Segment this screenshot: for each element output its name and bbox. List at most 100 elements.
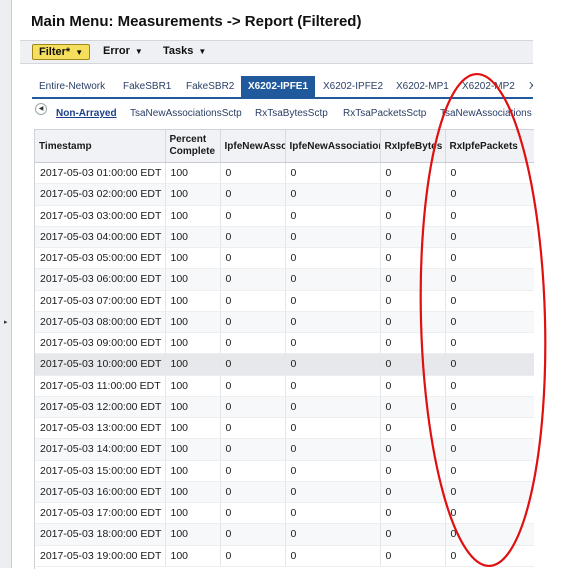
table-cell: 0	[285, 332, 381, 355]
column-header-rx-ipfe-bytes[interactable]: RxIpfeBytes	[380, 130, 446, 163]
column-header-timestamp[interactable]: Timestamp	[35, 130, 166, 163]
table-cell: 0	[285, 523, 381, 546]
table-cell: 100	[165, 268, 221, 291]
tab-x6202-mp2[interactable]: X6202-MP2	[455, 76, 522, 97]
table-cell: 0	[380, 162, 446, 185]
table-row[interactable]: 2017-05-03 02:00:00 EDT 100 0 0 0 0	[35, 183, 534, 206]
table-cell: 2017-05-03 11:00:00 EDT	[35, 375, 166, 397]
table-row[interactable]: 2017-05-03 18:00:00 EDT 100 0 0 0 0	[35, 523, 534, 546]
table-cell: 0	[220, 205, 286, 227]
chevron-down-icon: ▼	[134, 47, 143, 56]
table-cell: 0	[220, 375, 286, 397]
table-cell: 100	[165, 545, 221, 567]
column-header-percent-complete[interactable]: Percent Complete	[165, 130, 221, 163]
table-cell: 0	[445, 545, 534, 567]
table-cell: 0	[380, 290, 446, 312]
table-cell: 2017-05-03 13:00:00 EDT	[35, 417, 166, 440]
table-row[interactable]: 2017-05-03 12:00:00 EDT 100 0 0 0 0	[35, 396, 534, 419]
table-cell: 0	[285, 417, 381, 440]
table-row[interactable]: 2017-05-03 11:00:00 EDT 100 0 0 0 0	[35, 375, 534, 397]
subtab-tsa-new-associations-sctp[interactable]: TsaNewAssociationsSctp	[130, 108, 242, 119]
error-menu-label: Error	[103, 45, 130, 57]
table-cell: 0	[285, 375, 381, 397]
table-cell: 0	[380, 396, 446, 419]
table-cell: 0	[445, 417, 534, 440]
table-cell: 0	[380, 545, 446, 567]
table-cell: 0	[220, 545, 286, 567]
table-cell: 100	[165, 396, 221, 419]
table-row[interactable]: 2017-05-03 17:00:00 EDT 100 0 0 0 0	[35, 502, 534, 525]
subtab-non-arrayed[interactable]: Non-Arrayed	[56, 108, 117, 119]
table-cell: 0	[445, 268, 534, 291]
table-row[interactable]: 2017-05-03 05:00:00 EDT 100 0 0 0 0	[35, 247, 534, 270]
table-cell: 0	[380, 311, 446, 334]
report-table-container[interactable]: Timestamp Percent Complete IpfeNewAssoc …	[34, 129, 534, 569]
table-cell: 0	[285, 396, 381, 419]
table-cell: 100	[165, 183, 221, 206]
expand-arrow-icon[interactable]: ▸	[4, 318, 8, 326]
table-row[interactable]: 2017-05-03 15:00:00 EDT 100 0 0 0 0	[35, 460, 534, 482]
table-cell: 0	[285, 502, 381, 525]
tab-x6202-ipfe2[interactable]: X6202-IPFE2	[316, 76, 390, 97]
chevron-down-icon: ▼	[198, 47, 207, 56]
tab-fakesbr1[interactable]: FakeSBR1	[116, 76, 178, 97]
table-cell: 0	[285, 311, 381, 334]
table-cell: 100	[165, 162, 221, 185]
tab-entire-network[interactable]: Entire-Network	[32, 76, 112, 97]
table-cell: 100	[165, 481, 221, 504]
table-row[interactable]: 2017-05-03 13:00:00 EDT 100 0 0 0 0	[35, 417, 534, 440]
subtab-tsa-new-associations[interactable]: TsaNewAssociations	[440, 108, 532, 119]
table-cell: 0	[220, 226, 286, 249]
server-tabs: Entire-Network FakeSBR1 FakeSBR2 X6202-I…	[32, 76, 533, 99]
table-cell: 0	[285, 268, 381, 291]
table-cell: 0	[220, 183, 286, 206]
table-cell: 100	[165, 523, 221, 546]
table-row[interactable]: 2017-05-03 03:00:00 EDT 100 0 0 0 0	[35, 205, 534, 227]
table-row[interactable]: 2017-05-03 10:00:00 EDT 100 0 0 0 0	[35, 353, 534, 376]
table-cell: 100	[165, 332, 221, 355]
table-cell: 0	[445, 460, 534, 482]
filter-button[interactable]: Filter* ▼	[32, 44, 91, 60]
table-cell: 100	[165, 417, 221, 440]
table-cell: 0	[285, 162, 381, 185]
table-row[interactable]: 2017-05-03 08:00:00 EDT 100 0 0 0 0	[35, 311, 534, 334]
table-cell: 100	[165, 353, 221, 376]
table-cell: 100	[165, 226, 221, 249]
table-cell: 2017-05-03 19:00:00 EDT	[35, 545, 166, 567]
table-cell: 0	[380, 183, 446, 206]
table-row[interactable]: 2017-05-03 06:00:00 EDT 100 0 0 0 0	[35, 268, 534, 291]
scroll-left-icon[interactable]: ◀	[35, 103, 47, 115]
column-header-ipfe-new-assoc[interactable]: IpfeNewAssoc	[220, 130, 286, 163]
table-cell: 0	[285, 290, 381, 312]
table-cell: 0	[380, 226, 446, 249]
table-cell: 2017-05-03 03:00:00 EDT	[35, 205, 166, 227]
table-cell: 100	[165, 502, 221, 525]
tasks-menu-button[interactable]: Tasks ▼	[163, 44, 206, 58]
table-row[interactable]: 2017-05-03 04:00:00 EDT 100 0 0 0 0	[35, 226, 534, 249]
column-header-ipfe-new-association[interactable]: IpfeNewAssociation	[285, 130, 381, 163]
table-cell: 0	[220, 502, 286, 525]
tab-fakesbr2[interactable]: FakeSBR2	[179, 76, 241, 97]
table-cell: 2017-05-03 08:00:00 EDT	[35, 311, 166, 334]
table-row[interactable]: 2017-05-03 14:00:00 EDT 100 0 0 0 0	[35, 438, 534, 461]
table-row[interactable]: 2017-05-03 19:00:00 EDT 100 0 0 0 0	[35, 545, 534, 567]
table-cell: 2017-05-03 17:00:00 EDT	[35, 502, 166, 525]
subtab-rx-tsa-bytes-sctp[interactable]: RxTsaBytesSctp	[255, 108, 328, 119]
error-menu-button[interactable]: Error ▼	[103, 44, 143, 58]
table-row[interactable]: 2017-05-03 16:00:00 EDT 100 0 0 0 0	[35, 481, 534, 504]
page-title: Main Menu: Measurements -> Report (Filte…	[31, 13, 362, 30]
left-collapse-strip[interactable]: ▸	[0, 0, 12, 568]
column-header-rx-ipfe-packets[interactable]: RxIpfePackets	[445, 130, 534, 163]
table-cell: 0	[445, 353, 534, 376]
table-row[interactable]: 2017-05-03 01:00:00 EDT 100 0 0 0 0	[35, 162, 534, 185]
tab-x6202-mp1[interactable]: X6202-MP1	[389, 76, 456, 97]
tab-x-truncated[interactable]: X	[522, 76, 533, 97]
table-cell: 0	[380, 460, 446, 482]
subtab-rx-tsa-packets-sctp[interactable]: RxTsaPacketsSctp	[343, 108, 426, 119]
table-cell: 0	[445, 205, 534, 227]
table-row[interactable]: 2017-05-03 09:00:00 EDT 100 0 0 0 0	[35, 332, 534, 355]
table-row[interactable]: 2017-05-03 07:00:00 EDT 100 0 0 0 0	[35, 290, 534, 312]
table-cell: 2017-05-03 06:00:00 EDT	[35, 268, 166, 291]
table-cell: 0	[285, 481, 381, 504]
tab-x6202-ipfe1[interactable]: X6202-IPFE1	[241, 76, 316, 97]
